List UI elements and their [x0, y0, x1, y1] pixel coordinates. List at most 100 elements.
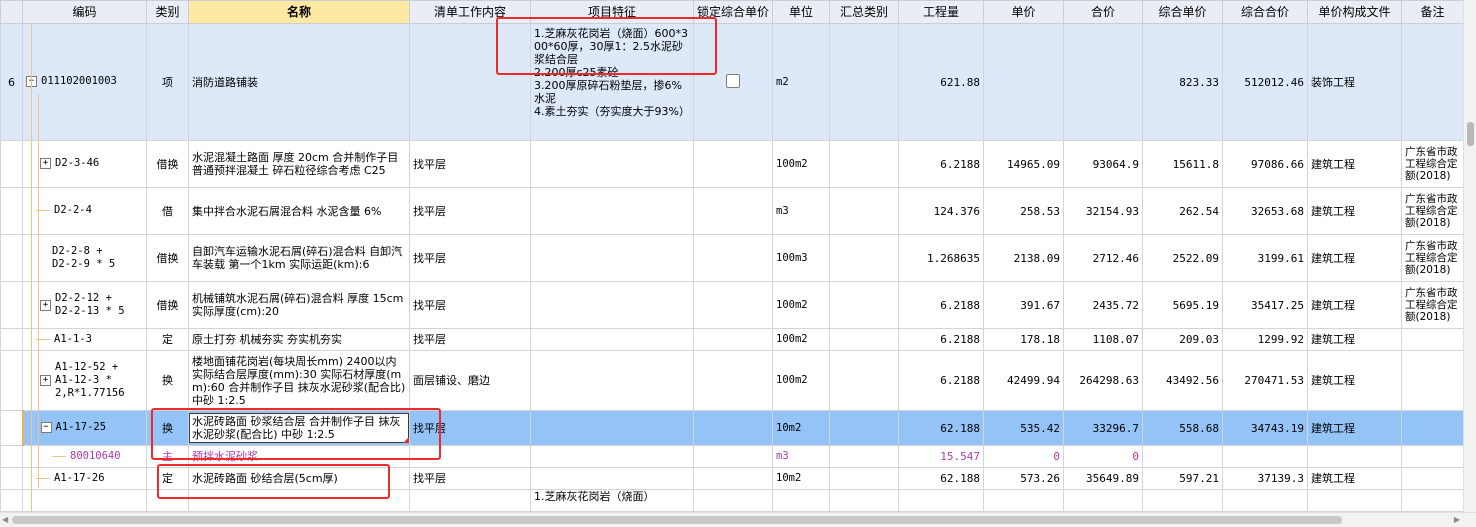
code-cell[interactable]: − A1-17-25 — [22, 410, 147, 446]
summary-type-cell[interactable] — [829, 281, 899, 329]
feature-cell[interactable] — [530, 328, 694, 351]
type-cell[interactable]: 项 — [146, 23, 189, 141]
work-cell[interactable]: 找平层 — [409, 410, 531, 446]
code-cell[interactable] — [22, 489, 147, 512]
name-cell[interactable]: 水泥砖路面 砂浆结合层 合并制作子目 抹灰水泥砂浆(配合比) 中砂 1:2.5 — [188, 410, 410, 446]
col-header-work[interactable]: 清单工作内容 — [409, 0, 531, 24]
col-header-lock-price[interactable]: 锁定综合单价 — [693, 0, 773, 24]
price-file-cell[interactable]: 建筑工程 — [1307, 281, 1402, 329]
table-row[interactable]: D2-2-8 + D2-2-9 * 5 借换 自卸汽车运输水泥石屑(碎石)混合料… — [0, 234, 1463, 282]
name-cell[interactable]: 原土打夯 机械夯实 夯实机夯实 — [188, 328, 410, 351]
type-cell[interactable]: 换 — [146, 350, 189, 411]
code-cell[interactable]: A1-1-3 — [22, 328, 147, 351]
col-header-remark[interactable]: 备注 — [1401, 0, 1463, 24]
summary-type-cell[interactable] — [829, 140, 899, 188]
col-header-feature[interactable]: 项目特征 — [530, 0, 694, 24]
feature-cell[interactable] — [530, 410, 694, 446]
feature-cell[interactable] — [530, 234, 694, 282]
table-row[interactable]: 1.芝麻灰花岗岩（烧面） — [0, 489, 1463, 512]
code-cell[interactable]: +A1-12-52 + A1-12-3 * 2,R*1.77156 — [22, 350, 147, 411]
qty-cell[interactable]: 6.2188 — [898, 350, 984, 411]
unit-cell[interactable]: 100m2 — [772, 350, 830, 411]
work-cell[interactable]: 找平层 — [409, 467, 531, 490]
summary-type-cell[interactable] — [829, 489, 899, 512]
plus-icon[interactable]: + — [40, 375, 51, 386]
col-header-price-file[interactable]: 单价构成文件 — [1307, 0, 1402, 24]
remark-cell[interactable]: 广东省市政工程综合定额(2018) — [1401, 234, 1463, 282]
unit-cell[interactable] — [772, 489, 830, 512]
vertical-scroll-thumb[interactable] — [1467, 122, 1474, 146]
qty-cell[interactable]: 1.268635 — [898, 234, 984, 282]
col-header-unit-total[interactable]: 综合合价 — [1222, 0, 1308, 24]
name-cell[interactable]: 集中拌合水泥石屑混合料 水泥含量 6% — [188, 187, 410, 235]
price-file-cell[interactable] — [1307, 445, 1402, 468]
lock-price-cell[interactable] — [693, 187, 773, 235]
work-cell[interactable]: 找平层 — [409, 281, 531, 329]
feature-cell[interactable] — [530, 350, 694, 411]
name-editor[interactable]: 水泥砖路面 砂浆结合层 合并制作子目 抹灰水泥砂浆(配合比) 中砂 1:2.5 — [189, 413, 409, 443]
budget-grid[interactable]: 编码 类别 名称 清单工作内容 项目特征 锁定综合单价 单位 汇总类别 工程量 … — [0, 0, 1463, 512]
lock-price-cell[interactable] — [693, 350, 773, 411]
scroll-left-icon[interactable]: ◀ — [2, 515, 8, 524]
name-cell[interactable]: 楼地面铺花岗岩(每块周长mm) 2400以内 实际结合层厚度(mm):30 实际… — [188, 350, 410, 411]
type-cell[interactable]: 换 — [146, 410, 189, 446]
name-cell[interactable] — [188, 489, 410, 512]
plus-icon[interactable]: + — [40, 158, 51, 170]
type-cell[interactable] — [146, 489, 189, 512]
summary-type-cell[interactable] — [829, 328, 899, 351]
lock-price-cell[interactable] — [693, 467, 773, 490]
summary-type-cell[interactable] — [829, 410, 899, 446]
price-file-cell[interactable]: 建筑工程 — [1307, 410, 1402, 446]
price-file-cell[interactable]: 建筑工程 — [1307, 187, 1402, 235]
price-cell[interactable]: 0 — [983, 445, 1064, 468]
qty-cell[interactable]: 6.2188 — [898, 328, 984, 351]
col-header-total[interactable]: 合价 — [1063, 0, 1143, 24]
price-file-cell[interactable]: 建筑工程 — [1307, 467, 1402, 490]
type-cell[interactable]: 借换 — [146, 140, 189, 188]
work-cell[interactable]: 找平层 — [409, 328, 531, 351]
type-cell[interactable]: 主 — [146, 445, 189, 468]
work-cell[interactable] — [409, 23, 531, 141]
name-cell[interactable]: 水泥混凝土路面 厚度 20cm 合并制作子目 普通预拌混凝土 碎石粒径综合考虑 … — [188, 140, 410, 188]
horizontal-scroll-thumb[interactable] — [12, 516, 1342, 524]
unit-cell[interactable]: 100m2 — [772, 328, 830, 351]
lock-price-cell[interactable] — [693, 489, 773, 512]
scroll-right-icon[interactable]: ▶ — [1454, 515, 1460, 524]
name-cell[interactable]: 消防道路铺装 — [188, 23, 410, 141]
type-cell[interactable]: 定 — [146, 467, 189, 490]
unit-cell[interactable]: 10m2 — [772, 467, 830, 490]
feature-cell[interactable]: 1.芝麻灰花岗岩（烧面） — [530, 489, 694, 512]
lock-price-cell[interactable] — [693, 140, 773, 188]
name-cell[interactable]: 机械铺筑水泥石屑(碎石)混合料 厚度 15cm 实际厚度(cm):20 — [188, 281, 410, 329]
feature-cell[interactable] — [530, 187, 694, 235]
remark-cell[interactable] — [1401, 23, 1463, 141]
col-header-name[interactable]: 名称 — [188, 0, 410, 24]
qty-cell[interactable]: 62.188 — [898, 410, 984, 446]
horizontal-scrollbar[interactable]: ◀ ▶ — [0, 512, 1476, 527]
table-row[interactable]: 6 −011102001003 项 消防道路铺装 1.芝麻灰花岗岩（烧面）600… — [0, 23, 1463, 141]
col-header-unit-price[interactable]: 综合单价 — [1142, 0, 1223, 24]
price-file-cell[interactable]: 建筑工程 — [1307, 328, 1402, 351]
name-cell[interactable]: 预拌水泥砂浆 — [188, 445, 410, 468]
work-cell[interactable]: 找平层 — [409, 140, 531, 188]
work-cell[interactable]: 找平层 — [409, 234, 531, 282]
table-row[interactable]: A1-1-3 定 原土打夯 机械夯实 夯实机夯实 找平层 100m2 6.218… — [0, 328, 1463, 351]
qty-cell[interactable]: 62.188 — [898, 467, 984, 490]
feature-cell[interactable] — [530, 445, 694, 468]
code-cell[interactable]: −011102001003 — [22, 23, 147, 141]
feature-cell[interactable] — [530, 281, 694, 329]
remark-cell[interactable] — [1401, 328, 1463, 351]
unit-cell[interactable]: 100m2 — [772, 281, 830, 329]
col-header-qty[interactable]: 工程量 — [898, 0, 984, 24]
price-file-cell[interactable] — [1307, 489, 1402, 512]
table-row-material[interactable]: 80010640 主 预拌水泥砂浆 m3 15.547 0 0 — [0, 445, 1463, 468]
qty-cell[interactable]: 621.88 — [898, 23, 984, 141]
unit-cell[interactable]: 100m3 — [772, 234, 830, 282]
summary-type-cell[interactable] — [829, 445, 899, 468]
unit-cell[interactable]: m2 — [772, 23, 830, 141]
remark-cell[interactable]: 广东省市政工程综合定额(2018) — [1401, 140, 1463, 188]
code-cell[interactable]: D2-2-4 — [22, 187, 147, 235]
table-row[interactable]: A1-17-26 定 水泥砖路面 砂结合层(5cm厚) 找平层 10m2 62.… — [0, 467, 1463, 490]
col-header-type[interactable]: 类别 — [146, 0, 189, 24]
lock-price-cell[interactable] — [693, 234, 773, 282]
